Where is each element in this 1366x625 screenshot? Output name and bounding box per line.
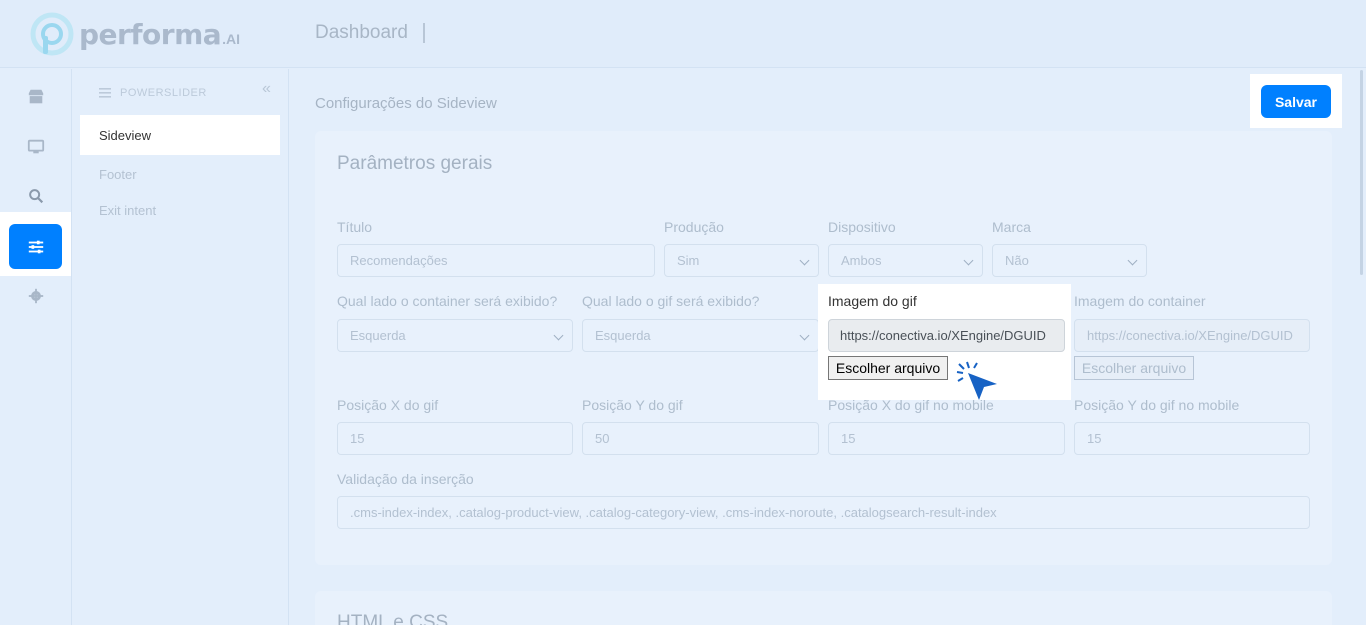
sidebar-item-label: Footer xyxy=(99,166,137,182)
gear-icon[interactable] xyxy=(0,274,71,318)
sliders-icon[interactable] xyxy=(9,224,62,269)
sidebar-item-sideview[interactable]: Sideview xyxy=(80,115,280,155)
pos-x-gif-input[interactable]: 15 xyxy=(337,422,573,455)
imagem-container-label: Imagem do container xyxy=(1074,293,1206,309)
pos-y-gif-label: Posição Y do gif xyxy=(582,397,683,413)
choose-gif-file-button[interactable]: Escolher arquivo xyxy=(828,356,948,380)
brand-name: performa xyxy=(79,17,222,51)
brand-logo[interactable]: performa .AI xyxy=(30,11,240,57)
secondary-sidebar: POWERSLIDER « Sideview Footer Exit inten… xyxy=(72,69,289,625)
html-css-card xyxy=(315,591,1332,625)
header-divider xyxy=(423,23,425,43)
brand-suffix: .AI xyxy=(222,31,241,47)
marca-label: Marca xyxy=(992,219,1031,235)
sidebar-item-label: Exit intent xyxy=(99,202,157,218)
producao-select[interactable]: Sim xyxy=(664,244,819,277)
sidebar-item-footer[interactable]: Footer xyxy=(80,154,280,194)
lado-container-select[interactable]: Esquerda xyxy=(337,319,573,352)
page-header-title: Dashboard xyxy=(315,22,408,43)
store-icon[interactable] xyxy=(0,75,71,119)
page-title: Configurações do Sideview xyxy=(315,95,497,112)
sidebar-heading-label: POWERSLIDER xyxy=(120,87,207,99)
save-button[interactable]: Salvar xyxy=(1261,85,1331,118)
collapse-sidebar-icon[interactable]: « xyxy=(262,80,271,98)
sidebar-item-exit-intent[interactable]: Exit intent xyxy=(80,190,280,230)
pos-y-mobile-input[interactable]: 15 xyxy=(1074,422,1310,455)
pos-y-gif-input[interactable]: 50 xyxy=(582,422,819,455)
choose-container-file-button[interactable]: Escolher arquivo xyxy=(1074,356,1194,380)
monitor-icon[interactable] xyxy=(0,125,71,169)
lado-gif-label: Qual lado o gif será exibido? xyxy=(582,293,760,309)
sidebar-heading: POWERSLIDER xyxy=(99,87,207,99)
icon-rail xyxy=(0,69,72,625)
dispositivo-label: Dispositivo xyxy=(828,219,896,235)
sidebar-item-label: Sideview xyxy=(99,127,152,143)
imagem-gif-label: Imagem do gif xyxy=(828,293,917,309)
dispositivo-select[interactable]: Ambos xyxy=(828,244,983,277)
titulo-input[interactable]: Recomendações xyxy=(337,244,655,277)
marca-select[interactable]: Não xyxy=(992,244,1147,277)
pos-x-mobile-label: Posição X do gif no mobile xyxy=(828,397,994,413)
validacao-label: Validação da inserção xyxy=(337,471,474,487)
html-css-title: HTML e CSS xyxy=(337,612,449,625)
pos-x-mobile-input[interactable]: 15 xyxy=(828,422,1065,455)
titulo-label: Título xyxy=(337,219,373,235)
pos-y-mobile-label: Posição Y do gif no mobile xyxy=(1074,397,1240,413)
producao-label: Produção xyxy=(664,219,724,235)
imagem-gif-url: https://conectiva.io/XEngine/DGUID xyxy=(828,319,1065,352)
imagem-container-url: https://conectiva.io/XEngine/DGUID xyxy=(1074,319,1310,352)
performa-logo-icon xyxy=(30,12,74,56)
lado-gif-select[interactable]: Esquerda xyxy=(582,319,819,352)
menu-icon xyxy=(99,88,111,98)
click-cursor-icon xyxy=(956,361,997,400)
section-title: Parâmetros gerais xyxy=(337,153,493,174)
lado-container-label: Qual lado o container será exibido? xyxy=(337,293,558,309)
scrollbar-thumb[interactable] xyxy=(1360,70,1363,275)
top-header: performa .AI Dashboard xyxy=(0,0,1366,68)
pos-x-gif-label: Posição X do gif xyxy=(337,397,439,413)
validacao-input[interactable]: .cms-index-index, .catalog-product-view,… xyxy=(337,496,1310,529)
